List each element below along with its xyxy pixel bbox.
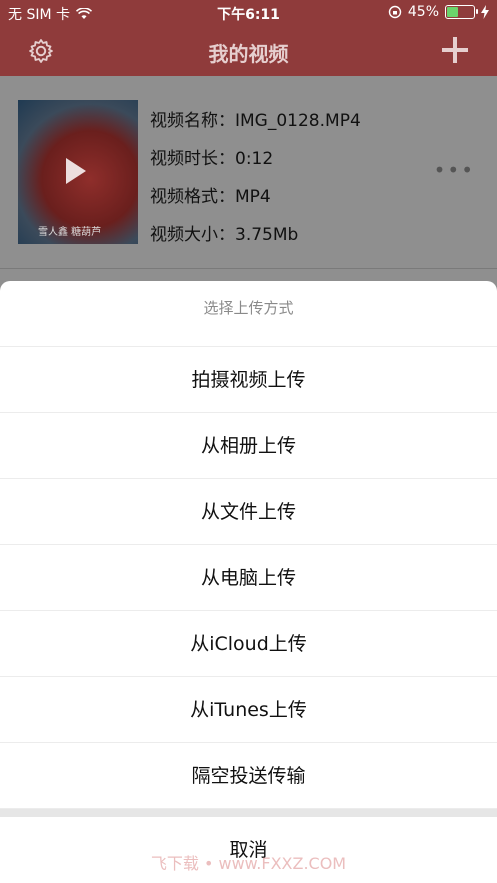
cancel-button[interactable]: 取消 — [0, 817, 497, 883]
video-size-value: 3.75Mb — [235, 225, 299, 245]
status-bar: 无 SIM 卡 下午6:11 45% — [0, 0, 497, 26]
video-duration-label: 视频时长： — [150, 149, 235, 169]
battery-percent: 45% — [407, 4, 439, 20]
battery-icon — [445, 5, 478, 19]
plus-icon[interactable] — [441, 36, 469, 64]
orientation-lock-icon — [388, 5, 402, 19]
thumbnail-caption: 雪人鑫 糖葫芦 — [38, 227, 102, 238]
option-from-computer[interactable]: 从电脑上传 — [0, 545, 497, 611]
page-title: 我的视频 — [208, 42, 289, 66]
video-size-label: 视频大小： — [150, 225, 235, 245]
option-airdrop[interactable]: 隔空投送传输 — [0, 743, 497, 809]
video-meta: 视频名称：IMG_0128.MP4 视频时长：0:12 视频格式：MP4 视频大… — [150, 102, 361, 254]
action-sheet-title: 选择上传方式 — [0, 281, 497, 347]
video-name-value: IMG_0128.MP4 — [235, 111, 361, 131]
upload-action-sheet: 选择上传方式 拍摄视频上传 从相册上传 从文件上传 从电脑上传 从iCloud上… — [0, 281, 497, 883]
status-right: 45% — [388, 4, 489, 20]
nav-bar: 我的视频 — [0, 26, 497, 76]
screen: 无 SIM 卡 下午6:11 45% 我的视频 雪人鑫 糖葫芦 视频名称：IMG… — [0, 0, 497, 883]
video-name-row: 视频名称：IMG_0128.MP4 — [150, 102, 361, 140]
video-format-row: 视频格式：MP4 — [150, 178, 361, 216]
battery-fill — [447, 7, 458, 17]
video-duration-value: 0:12 — [235, 149, 274, 169]
play-icon[interactable] — [66, 158, 86, 184]
option-from-itunes[interactable]: 从iTunes上传 — [0, 677, 497, 743]
option-record-video[interactable]: 拍摄视频上传 — [0, 347, 497, 413]
video-thumbnail[interactable]: 雪人鑫 糖葫芦 — [18, 100, 138, 244]
video-format-label: 视频格式： — [150, 187, 235, 207]
option-from-files[interactable]: 从文件上传 — [0, 479, 497, 545]
list-item[interactable]: 雪人鑫 糖葫芦 视频名称：IMG_0128.MP4 视频时长：0:12 视频格式… — [0, 76, 497, 269]
more-options-icon[interactable]: ••• — [434, 158, 475, 182]
video-name-label: 视频名称： — [150, 111, 235, 131]
video-size-row: 视频大小：3.75Mb — [150, 216, 361, 254]
option-from-album[interactable]: 从相册上传 — [0, 413, 497, 479]
option-from-icloud[interactable]: 从iCloud上传 — [0, 611, 497, 677]
charging-icon — [481, 5, 489, 19]
video-duration-row: 视频时长：0:12 — [150, 140, 361, 178]
sheet-divider — [0, 809, 497, 817]
video-format-value: MP4 — [235, 187, 271, 207]
